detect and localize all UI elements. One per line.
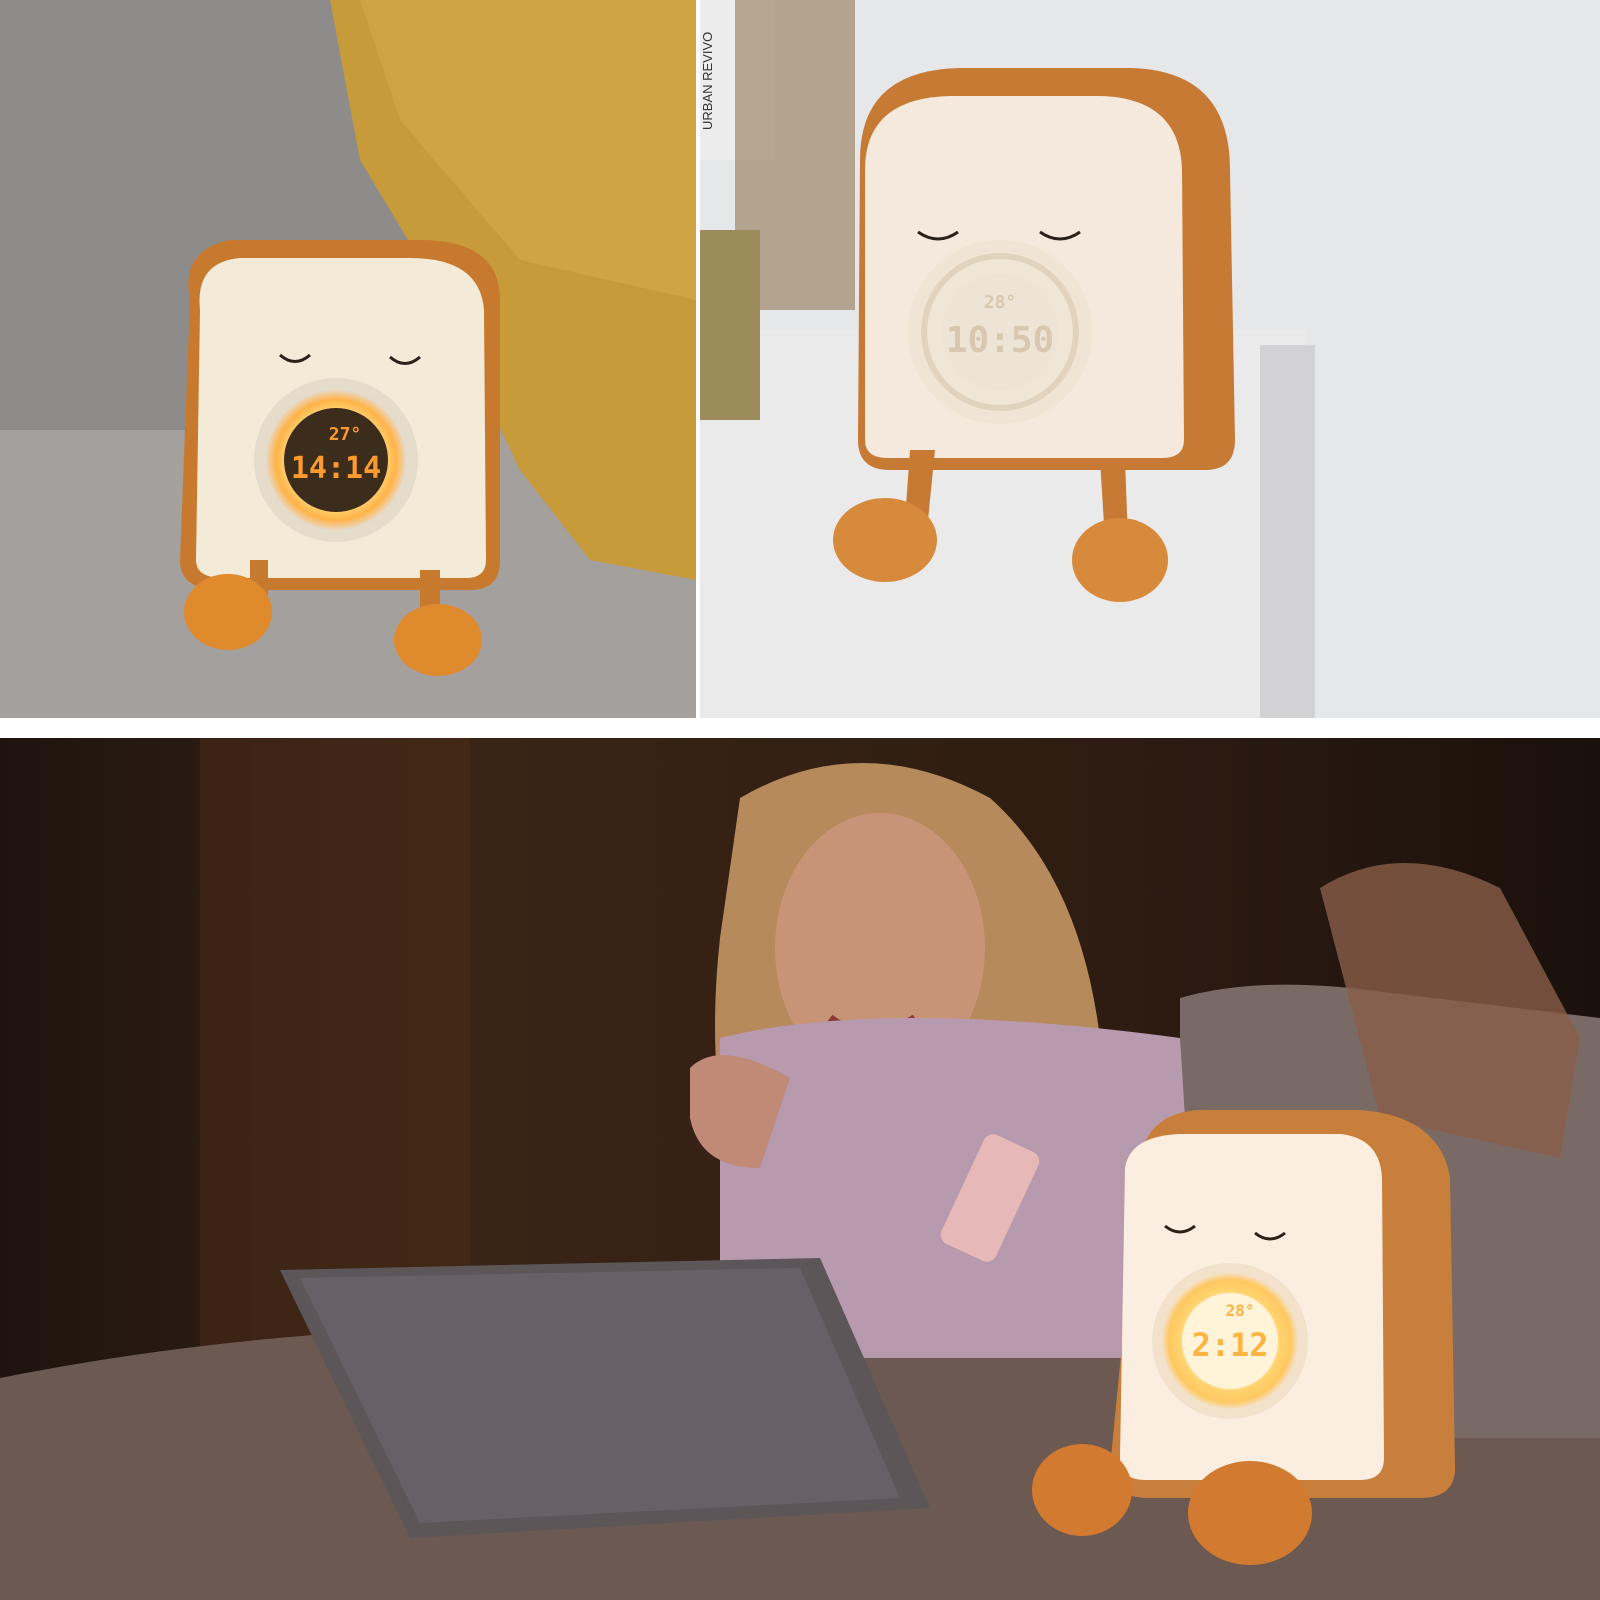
book-spine-text: URBAN REVIVO	[700, 32, 715, 130]
left-foot	[184, 574, 272, 650]
clock-temperature: 28°	[984, 292, 1017, 313]
photo-toast-clock-shelf: URBAN REVIVO 28° 10:50	[700, 0, 1600, 718]
clock-temperature: 28°	[1226, 1301, 1255, 1320]
photo-toast-clock-sofa: 27° 14:14	[0, 0, 696, 718]
bedroom-scene: 28° 2:12	[0, 738, 1600, 1600]
left-foot	[833, 498, 937, 582]
clock-temperature: 27°	[329, 424, 362, 445]
shelf-scene: URBAN REVIVO 28° 10:50	[700, 0, 1600, 718]
right-foot	[394, 604, 482, 676]
clock-time: 2:12	[1191, 1326, 1268, 1364]
left-foot	[1032, 1444, 1132, 1536]
right-foot	[1188, 1461, 1312, 1565]
plant-pot	[700, 230, 760, 420]
clock-time: 14:14	[291, 451, 381, 486]
photo-woman-bed-night: 28° 2:12	[0, 738, 1600, 1600]
sofa-scene: 27° 14:14	[0, 0, 696, 718]
right-foot	[1072, 518, 1168, 602]
clock-time: 10:50	[946, 320, 1054, 361]
